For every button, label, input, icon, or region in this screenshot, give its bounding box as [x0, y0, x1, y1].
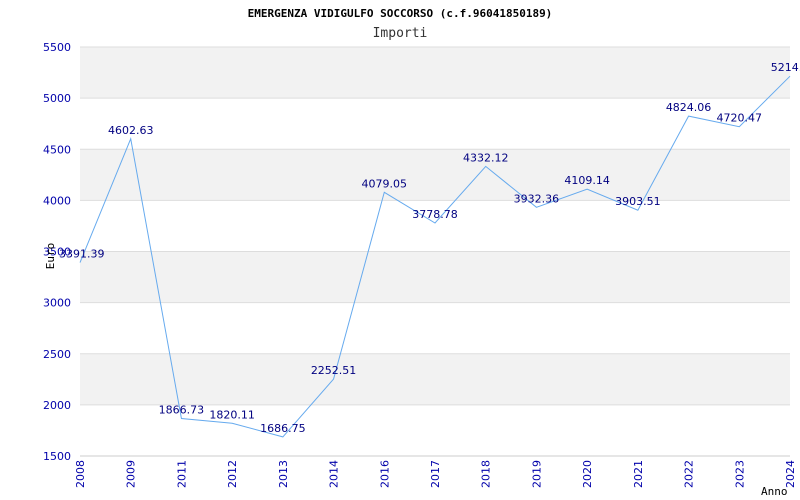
- y-tick-label: 2000: [43, 399, 71, 412]
- data-label: 3903.51: [615, 195, 661, 208]
- x-tick-label: 2019: [530, 460, 543, 488]
- data-label: 4079.05: [362, 177, 408, 190]
- data-label: 1866.73: [159, 404, 205, 417]
- data-label: 3932.36: [514, 192, 560, 205]
- x-tick-label: 2013: [277, 460, 290, 488]
- x-tick-label: 2009: [125, 460, 138, 488]
- data-label: 5214.7: [771, 61, 800, 74]
- grid-band: [80, 302, 790, 354]
- data-label: 1820.11: [209, 408, 255, 421]
- grid-band: [80, 149, 790, 201]
- x-tick-label: 2008: [74, 460, 87, 488]
- grid-band: [80, 47, 790, 99]
- line-chart: 150020002500300035004000450050005500 200…: [43, 7, 800, 498]
- data-label: 4602.63: [108, 124, 154, 137]
- data-label: 3778.78: [412, 208, 458, 221]
- x-tick-label: 2014: [328, 460, 341, 488]
- x-tick-label: 2020: [581, 460, 594, 488]
- y-tick-label: 4500: [43, 143, 71, 156]
- x-tick-label: 2022: [683, 460, 696, 488]
- data-label: 4824.06: [666, 101, 712, 114]
- grid-band: [80, 353, 790, 405]
- chart-subtitle: Importi: [373, 26, 428, 41]
- data-label: 4720.47: [717, 112, 763, 125]
- y-axis-label: Euro: [44, 243, 57, 270]
- x-axis-label: Anno: [761, 485, 788, 498]
- y-tick-label: 5500: [43, 41, 71, 54]
- chart-title: EMERGENZA VIDIGULFO SOCCORSO (c.f.960418…: [248, 7, 553, 20]
- data-label: 4109.14: [564, 174, 610, 187]
- y-tick-label: 3000: [43, 297, 71, 310]
- data-label: 3391.39: [59, 248, 105, 261]
- data-label: 2252.51: [311, 364, 357, 377]
- y-tick-label: 1500: [43, 450, 71, 463]
- x-tick-label: 2023: [733, 460, 746, 488]
- x-tick-label: 2024: [784, 460, 797, 488]
- y-tick-label: 5000: [43, 92, 71, 105]
- x-tick-label: 2021: [632, 460, 645, 488]
- x-tick-label: 2017: [429, 460, 442, 488]
- x-tick-label: 2018: [480, 460, 493, 488]
- y-tick-label: 4000: [43, 194, 71, 207]
- data-label: 1686.75: [260, 422, 306, 435]
- y-tick-label: 2500: [43, 348, 71, 361]
- x-tick-label: 2012: [226, 460, 239, 488]
- x-tick-label: 2016: [378, 460, 391, 488]
- data-label: 4332.12: [463, 151, 509, 164]
- x-tick-label: 2011: [175, 460, 188, 488]
- grid-band: [80, 251, 790, 303]
